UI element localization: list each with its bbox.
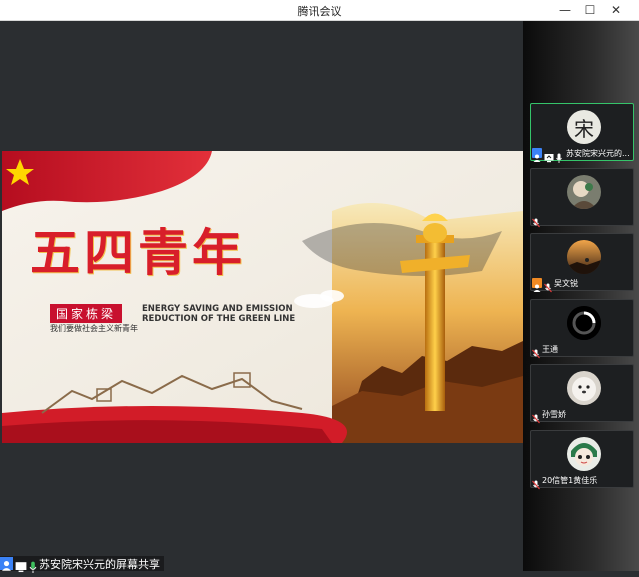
avatar <box>567 437 601 471</box>
minimize-button[interactable]: — <box>555 2 575 18</box>
banner-english-line-2: REDUCTION OF THE GREEN LINE <box>142 314 296 324</box>
participants-sidebar: 宋 苏安院宋兴元的... 吴文锐 王通 孙雪娇 20信管1黄佳乐 <box>523 21 639 571</box>
maximize-button[interactable]: ☐ <box>580 2 600 18</box>
tile-status-bar: 苏安院宋兴元的... <box>532 147 630 163</box>
banner-english-line-1: ENERGY SAVING AND EMISSION <box>142 304 293 314</box>
screen-share-status-bar: 苏安院宋兴元的屏幕共享 <box>0 556 164 573</box>
banner-slogan: 我们要做社会主义新青年 <box>50 324 138 333</box>
avatar-text: 宋 <box>574 116 594 141</box>
tile-status-bar: 孙雪娇 <box>532 408 566 424</box>
tile-status-bar: 20信管1黄佳乐 <box>532 474 598 490</box>
user-icon <box>0 557 13 571</box>
shared-screen-banner: 五四青年 国家栋梁 我们要做社会主义新青年 ENERGY SAVING AND … <box>2 151 523 443</box>
shared-screen-area[interactable]: 五四青年 国家栋梁 我们要做社会主义新青年 ENERGY SAVING AND … <box>0 21 523 571</box>
mic-muted-icon <box>532 344 540 359</box>
title-bar: 腾讯会议 — ☐ ✕ <box>0 0 639 21</box>
mic-muted-icon <box>532 409 540 424</box>
avatar <box>567 306 601 340</box>
window-title: 腾讯会议 <box>297 5 342 18</box>
participant-tile[interactable] <box>530 168 634 228</box>
participant-tile[interactable]: 孙雪娇 <box>530 364 634 424</box>
avatar <box>567 175 601 209</box>
tile-status-bar: 吴文锐 <box>532 277 578 293</box>
mic-icon <box>29 558 37 573</box>
participant-tile[interactable]: 20信管1黄佳乐 <box>530 430 634 490</box>
avatar: 宋 <box>567 110 601 144</box>
participant-tile[interactable]: 王通 <box>530 299 634 359</box>
participant-tile[interactable]: 宋 苏安院宋兴元的... <box>530 103 634 163</box>
mic-muted-icon <box>544 278 552 293</box>
participant-name: 王通 <box>542 344 558 354</box>
screen-share-icon <box>15 558 27 572</box>
close-button[interactable]: ✕ <box>606 2 626 18</box>
mic-muted-icon <box>532 475 540 490</box>
banner-english: ENERGY SAVING AND EMISSION REDUCTION OF … <box>142 304 295 324</box>
participant-tile[interactable]: 吴文锐 <box>530 233 634 293</box>
avatar <box>567 371 601 405</box>
tile-status-bar: 王通 <box>532 343 558 359</box>
participant-name: 孙雪娇 <box>542 409 566 419</box>
banner-artwork <box>2 151 523 443</box>
participant-name: 吴文锐 <box>554 278 578 288</box>
loading-spinner-icon <box>567 306 601 340</box>
tile-status-bar <box>532 212 542 228</box>
user-icon <box>532 278 542 292</box>
participant-name: 苏安院宋兴元的... <box>566 148 630 158</box>
banner-headline: 五四青年 <box>30 223 246 282</box>
participant-name: 20信管1黄佳乐 <box>542 475 598 485</box>
screen-share-label: 苏安院宋兴元的屏幕共享 <box>39 557 160 571</box>
avatar <box>567 240 601 274</box>
screen-share-icon <box>544 148 554 163</box>
mic-muted-icon <box>532 213 540 228</box>
user-icon <box>532 148 542 162</box>
mic-icon <box>556 148 562 163</box>
banner-badge: 国家栋梁 <box>50 304 123 323</box>
